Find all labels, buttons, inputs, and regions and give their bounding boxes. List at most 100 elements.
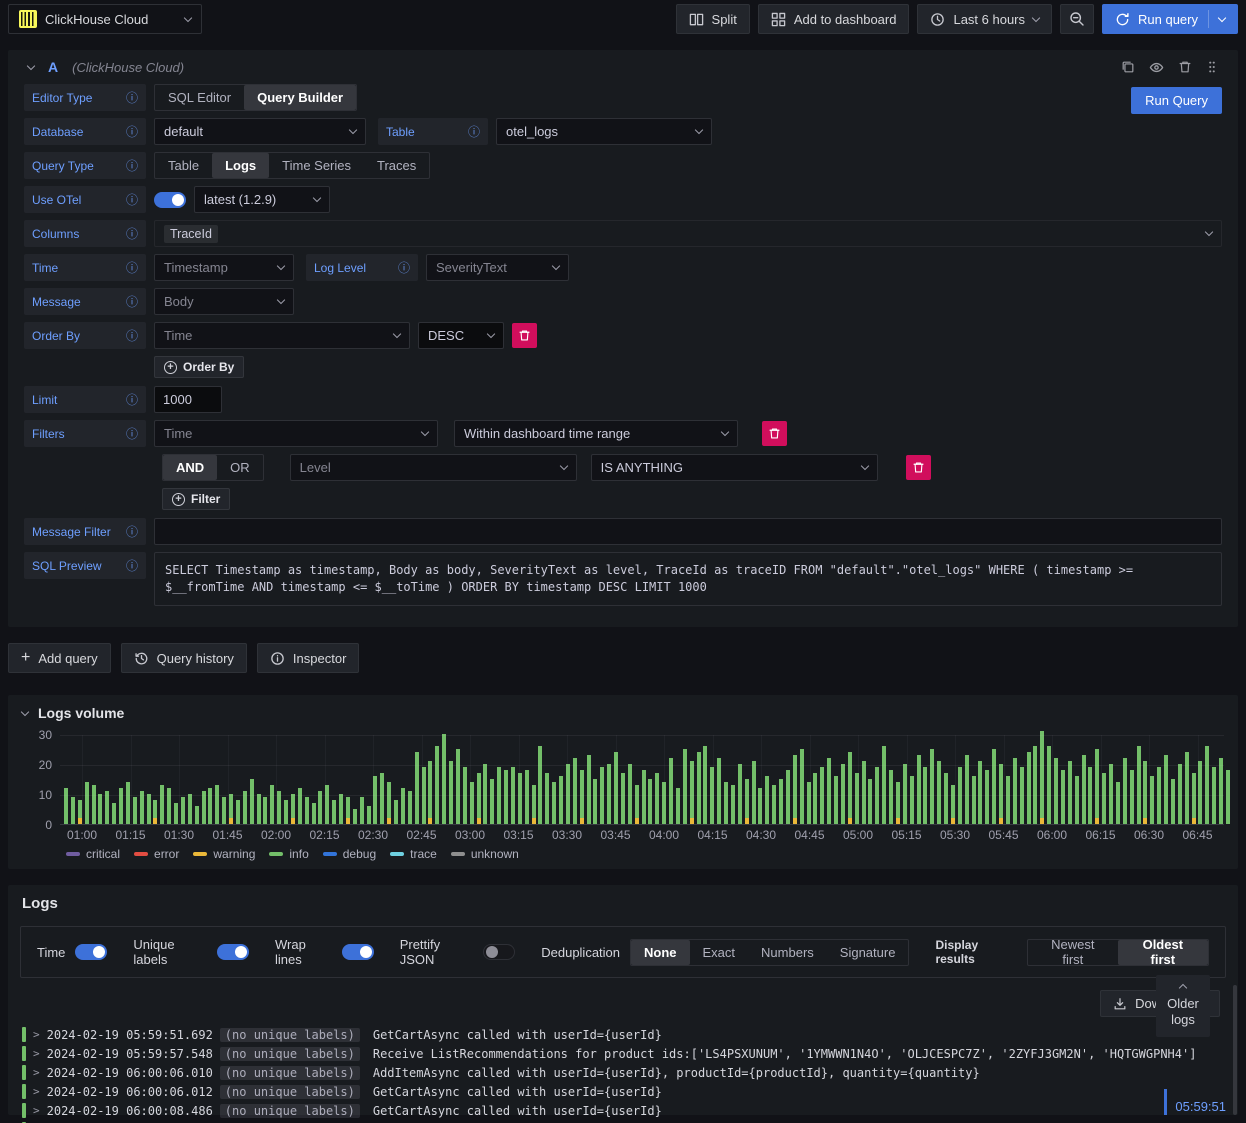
volume-bar[interactable] xyxy=(222,797,227,824)
volume-bar[interactable] xyxy=(167,788,172,824)
query-row-header[interactable]: A (ClickHouse Cloud) xyxy=(24,50,1222,84)
volume-bar[interactable] xyxy=(1115,782,1120,824)
logs-scrollbar[interactable] xyxy=(1233,985,1237,1115)
volume-bar[interactable] xyxy=(146,794,151,824)
datasource-picker[interactable]: ClickHouse Cloud xyxy=(8,4,202,34)
volume-bar[interactable] xyxy=(971,776,976,824)
log-row[interactable]: >2024-02-19 06:00:06.012 (no unique label… xyxy=(22,1082,1226,1101)
time-column-select[interactable]: Timestamp xyxy=(154,254,294,281)
volume-bar[interactable] xyxy=(311,803,316,824)
expand-log-chevron-icon[interactable]: > xyxy=(33,1047,40,1060)
volume-bar[interactable] xyxy=(504,770,508,824)
volume-bar[interactable] xyxy=(1012,758,1017,824)
volume-bar[interactable] xyxy=(1150,776,1155,824)
volume-bar[interactable] xyxy=(91,785,96,824)
expand-log-chevron-icon[interactable]: > xyxy=(33,1085,40,1098)
volume-bar[interactable] xyxy=(98,794,103,824)
delete-query-trash-icon[interactable] xyxy=(1178,60,1192,75)
volume-bar[interactable] xyxy=(174,803,178,824)
inspector-button[interactable]: Inspector xyxy=(256,643,360,673)
volume-bar[interactable] xyxy=(187,794,192,824)
dedup-option-numbers[interactable]: Numbers xyxy=(748,940,827,965)
wrap-lines-toggle[interactable] xyxy=(341,944,374,960)
remove-order-by-button[interactable] xyxy=(512,323,537,348)
volume-bar[interactable] xyxy=(538,746,543,824)
log-row[interactable]: >2024-02-19 05:59:51.692 (no unique label… xyxy=(22,1025,1226,1044)
legend-item-critical[interactable]: critical xyxy=(66,847,120,861)
volume-bar[interactable] xyxy=(689,761,694,824)
volume-bar[interactable] xyxy=(531,785,536,824)
collapse-chevron-icon[interactable] xyxy=(26,61,36,70)
volume-bar[interactable] xyxy=(999,764,1003,824)
editor-type-option-sql-editor[interactable]: SQL Editor xyxy=(155,85,244,110)
volume-bar[interactable] xyxy=(785,770,790,824)
add-filter-button[interactable]: + Filter xyxy=(162,488,231,510)
dedup-option-exact[interactable]: Exact xyxy=(690,940,749,965)
volume-bar[interactable] xyxy=(641,770,646,824)
remove-filter-button[interactable] xyxy=(762,421,787,446)
volume-bar[interactable] xyxy=(827,758,832,824)
older-logs-button[interactable]: Older logs xyxy=(1156,975,1210,1037)
volume-bar[interactable] xyxy=(119,788,123,824)
volume-bar[interactable] xyxy=(730,785,735,824)
message-column-select[interactable]: Body xyxy=(154,288,294,315)
volume-bar[interactable] xyxy=(84,782,89,824)
prettify-json-toggle[interactable] xyxy=(483,944,516,960)
volume-bar[interactable] xyxy=(552,782,557,824)
volume-bar[interactable] xyxy=(648,779,653,824)
volume-bar[interactable] xyxy=(840,764,845,824)
volume-bar[interactable] xyxy=(847,752,852,824)
unique-labels-toggle[interactable] xyxy=(216,944,249,960)
volume-bar[interactable] xyxy=(435,746,440,824)
volume-bar[interactable] xyxy=(1219,758,1223,824)
volume-bar[interactable] xyxy=(772,785,777,824)
volume-bar[interactable] xyxy=(1198,761,1203,824)
volume-bar[interactable] xyxy=(304,797,309,824)
collapse-chevron-icon[interactable] xyxy=(20,707,30,716)
volume-bar[interactable] xyxy=(634,785,639,824)
legend-item-warning[interactable]: warning xyxy=(193,847,255,861)
columns-multiselect[interactable]: TraceId xyxy=(154,220,1222,247)
volume-bar[interactable] xyxy=(345,797,350,824)
volume-bar[interactable] xyxy=(978,761,983,824)
legend-item-info[interactable]: info xyxy=(269,847,309,861)
table-select[interactable]: otel_logs xyxy=(496,118,712,145)
volume-bar[interactable] xyxy=(160,785,165,824)
legend-item-trace[interactable]: trace xyxy=(390,847,437,861)
hide-query-eye-icon[interactable] xyxy=(1149,60,1164,75)
split-button[interactable]: Split xyxy=(675,4,750,34)
volume-bar[interactable] xyxy=(229,794,233,824)
volume-bar[interactable] xyxy=(1122,758,1127,824)
volume-bar[interactable] xyxy=(579,770,584,824)
volume-bar[interactable] xyxy=(985,770,990,824)
editor-type-option-query-builder[interactable]: Query Builder xyxy=(244,85,357,110)
volume-bar[interactable] xyxy=(572,758,577,824)
panel-run-query-button[interactable]: Run Query xyxy=(1131,87,1222,114)
volume-bar[interactable] xyxy=(64,788,68,824)
volume-bar[interactable] xyxy=(1143,761,1148,824)
volume-bar[interactable] xyxy=(861,761,866,824)
order-by-direction-select[interactable]: DESC xyxy=(418,322,504,349)
legend-item-error[interactable]: error xyxy=(134,847,179,861)
log-navigation-time[interactable]: 05:59:51 xyxy=(1164,1089,1226,1115)
volume-bar[interactable] xyxy=(380,773,385,824)
volume-bar[interactable] xyxy=(559,776,563,824)
volume-bar[interactable] xyxy=(675,788,680,824)
volume-bar[interactable] xyxy=(1074,776,1079,824)
volume-bar[interactable] xyxy=(387,782,392,824)
volume-bar[interactable] xyxy=(882,746,887,824)
volume-bar[interactable] xyxy=(235,800,240,824)
zoom-out-button[interactable] xyxy=(1060,4,1095,34)
filter-field-select[interactable]: Time xyxy=(154,420,438,447)
use-otel-toggle[interactable] xyxy=(154,191,186,208)
add-order-by-button[interactable]: + Order By xyxy=(154,356,245,378)
volume-bar[interactable] xyxy=(655,773,660,824)
volume-bar[interactable] xyxy=(813,773,818,824)
volume-bar[interactable] xyxy=(455,749,460,824)
volume-bar[interactable] xyxy=(834,776,838,824)
volume-bar[interactable] xyxy=(263,797,268,824)
sub-filter-operator-select[interactable]: IS ANYTHING xyxy=(590,454,878,481)
log-level-select[interactable]: SeverityText xyxy=(426,254,569,281)
volume-bar[interactable] xyxy=(208,788,213,824)
volume-bar[interactable] xyxy=(889,770,893,824)
